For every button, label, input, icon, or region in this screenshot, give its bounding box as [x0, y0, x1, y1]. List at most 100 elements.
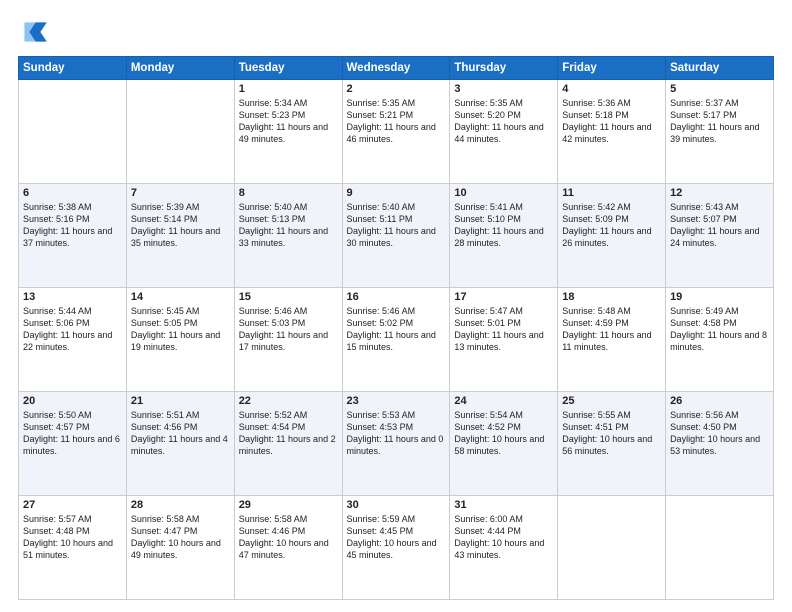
day-info: Sunrise: 5:47 AM Sunset: 5:01 PM Dayligh…: [454, 305, 553, 354]
day-number: 24: [454, 395, 553, 407]
day-info: Sunrise: 5:40 AM Sunset: 5:13 PM Dayligh…: [239, 201, 338, 250]
calendar-cell: 3 Sunrise: 5:35 AM Sunset: 5:20 PM Daylig…: [450, 80, 558, 184]
week-row-1: 1 Sunrise: 5:34 AM Sunset: 5:23 PM Daylig…: [19, 80, 774, 184]
day-number: 15: [239, 291, 338, 303]
col-header-saturday: Saturday: [666, 57, 774, 80]
day-number: 3: [454, 83, 553, 95]
day-number: 28: [131, 499, 230, 511]
logo: [18, 16, 54, 48]
day-number: 19: [670, 291, 769, 303]
day-number: 6: [23, 187, 122, 199]
calendar-cell: 4 Sunrise: 5:36 AM Sunset: 5:18 PM Daylig…: [558, 80, 666, 184]
day-info: Sunrise: 5:53 AM Sunset: 4:53 PM Dayligh…: [347, 409, 446, 458]
calendar-cell: 16 Sunrise: 5:46 AM Sunset: 5:02 PM Dayli…: [342, 288, 450, 392]
col-header-thursday: Thursday: [450, 57, 558, 80]
day-number: 27: [23, 499, 122, 511]
day-info: Sunrise: 5:39 AM Sunset: 5:14 PM Dayligh…: [131, 201, 230, 250]
day-info: Sunrise: 5:52 AM Sunset: 4:54 PM Dayligh…: [239, 409, 338, 458]
calendar-cell: 14Sunrise: 5:45 AM Sunset: 5:05 PM Dayli…: [126, 288, 234, 392]
day-number: 16: [347, 291, 446, 303]
day-info: Sunrise: 5:55 AM Sunset: 4:51 PM Dayligh…: [562, 409, 661, 458]
day-number: 23: [347, 395, 446, 407]
week-row-4: 20 Sunrise: 5:50 AM Sunset: 4:57 PM Dayli…: [19, 392, 774, 496]
calendar-cell: 1 Sunrise: 5:34 AM Sunset: 5:23 PM Daylig…: [234, 80, 342, 184]
day-number: 13: [23, 291, 122, 303]
day-info: Sunrise: 5:38 AM Sunset: 5:16 PM Dayligh…: [23, 201, 122, 250]
day-info: Sunrise: 5:46 AM Sunset: 5:02 PM Dayligh…: [347, 305, 446, 354]
day-info: Sunrise: 5:54 AM Sunset: 4:52 PM Dayligh…: [454, 409, 553, 458]
day-number: 7: [131, 187, 230, 199]
calendar-cell: 28 Sunrise: 5:58 AM Sunset: 4:47 PM Dayli…: [126, 496, 234, 600]
calendar-cell: [126, 80, 234, 184]
calendar-cell: 30 Sunrise: 5:59 AM Sunset: 4:45 PM Dayli…: [342, 496, 450, 600]
day-number: 18: [562, 291, 661, 303]
day-number: 5: [670, 83, 769, 95]
day-number: 8: [239, 187, 338, 199]
calendar-cell: 17 Sunrise: 5:47 AM Sunset: 5:01 PM Dayli…: [450, 288, 558, 392]
calendar-cell: 20 Sunrise: 5:50 AM Sunset: 4:57 PM Dayli…: [19, 392, 127, 496]
day-info: Sunrise: 5:50 AM Sunset: 4:57 PM Dayligh…: [23, 409, 122, 458]
day-info: Sunrise: 5:45 AM Sunset: 5:05 PM Dayligh…: [131, 305, 230, 354]
calendar-table: SundayMondayTuesdayWednesdayThursdayFrid…: [18, 56, 774, 600]
week-row-3: 13 Sunrise: 5:44 AM Sunset: 5:06 PM Dayli…: [19, 288, 774, 392]
day-number: 9: [347, 187, 446, 199]
calendar-cell: 5 Sunrise: 5:37 AM Sunset: 5:17 PM Daylig…: [666, 80, 774, 184]
week-row-5: 27 Sunrise: 5:57 AM Sunset: 4:48 PM Dayli…: [19, 496, 774, 600]
day-info: Sunrise: 5:36 AM Sunset: 5:18 PM Dayligh…: [562, 97, 661, 146]
calendar-cell: 25Sunrise: 5:55 AM Sunset: 4:51 PM Dayli…: [558, 392, 666, 496]
day-info: Sunrise: 6:00 AM Sunset: 4:44 PM Dayligh…: [454, 513, 553, 562]
calendar-cell: 15Sunrise: 5:46 AM Sunset: 5:03 PM Dayli…: [234, 288, 342, 392]
day-info: Sunrise: 5:49 AM Sunset: 4:58 PM Dayligh…: [670, 305, 769, 354]
day-number: 20: [23, 395, 122, 407]
page: SundayMondayTuesdayWednesdayThursdayFrid…: [0, 0, 792, 612]
day-info: Sunrise: 5:34 AM Sunset: 5:23 PM Dayligh…: [239, 97, 338, 146]
day-info: Sunrise: 5:43 AM Sunset: 5:07 PM Dayligh…: [670, 201, 769, 250]
calendar-cell: 11Sunrise: 5:42 AM Sunset: 5:09 PM Dayli…: [558, 184, 666, 288]
calendar-cell: 7 Sunrise: 5:39 AM Sunset: 5:14 PM Daylig…: [126, 184, 234, 288]
calendar-cell: 9 Sunrise: 5:40 AM Sunset: 5:11 PM Daylig…: [342, 184, 450, 288]
calendar-cell: 24 Sunrise: 5:54 AM Sunset: 4:52 PM Dayli…: [450, 392, 558, 496]
col-header-friday: Friday: [558, 57, 666, 80]
day-info: Sunrise: 5:35 AM Sunset: 5:21 PM Dayligh…: [347, 97, 446, 146]
day-number: 1: [239, 83, 338, 95]
day-number: 29: [239, 499, 338, 511]
day-info: Sunrise: 5:40 AM Sunset: 5:11 PM Dayligh…: [347, 201, 446, 250]
day-number: 21: [131, 395, 230, 407]
day-info: Sunrise: 5:44 AM Sunset: 5:06 PM Dayligh…: [23, 305, 122, 354]
calendar-cell: 21 Sunrise: 5:51 AM Sunset: 4:56 PM Dayli…: [126, 392, 234, 496]
day-info: Sunrise: 5:35 AM Sunset: 5:20 PM Dayligh…: [454, 97, 553, 146]
day-info: Sunrise: 5:58 AM Sunset: 4:46 PM Dayligh…: [239, 513, 338, 562]
calendar-cell: 10 Sunrise: 5:41 AM Sunset: 5:10 PM Dayli…: [450, 184, 558, 288]
calendar-cell: 22 Sunrise: 5:52 AM Sunset: 4:54 PM Dayli…: [234, 392, 342, 496]
day-number: 30: [347, 499, 446, 511]
header-row: SundayMondayTuesdayWednesdayThursdayFrid…: [19, 57, 774, 80]
day-info: Sunrise: 5:51 AM Sunset: 4:56 PM Dayligh…: [131, 409, 230, 458]
day-number: 17: [454, 291, 553, 303]
day-number: 11: [562, 187, 661, 199]
day-number: 12: [670, 187, 769, 199]
calendar-cell: 19 Sunrise: 5:49 AM Sunset: 4:58 PM Dayli…: [666, 288, 774, 392]
day-info: Sunrise: 5:37 AM Sunset: 5:17 PM Dayligh…: [670, 97, 769, 146]
week-row-2: 6 Sunrise: 5:38 AM Sunset: 5:16 PM Daylig…: [19, 184, 774, 288]
calendar-cell: [666, 496, 774, 600]
col-header-monday: Monday: [126, 57, 234, 80]
col-header-sunday: Sunday: [19, 57, 127, 80]
header: [18, 16, 774, 48]
day-number: 31: [454, 499, 553, 511]
calendar-cell: 29 Sunrise: 5:58 AM Sunset: 4:46 PM Dayli…: [234, 496, 342, 600]
calendar-cell: [19, 80, 127, 184]
calendar-cell: 27 Sunrise: 5:57 AM Sunset: 4:48 PM Dayli…: [19, 496, 127, 600]
calendar-cell: 12 Sunrise: 5:43 AM Sunset: 5:07 PM Dayli…: [666, 184, 774, 288]
day-info: Sunrise: 5:56 AM Sunset: 4:50 PM Dayligh…: [670, 409, 769, 458]
day-info: Sunrise: 5:58 AM Sunset: 4:47 PM Dayligh…: [131, 513, 230, 562]
calendar-cell: [558, 496, 666, 600]
day-info: Sunrise: 5:59 AM Sunset: 4:45 PM Dayligh…: [347, 513, 446, 562]
day-info: Sunrise: 5:41 AM Sunset: 5:10 PM Dayligh…: [454, 201, 553, 250]
day-number: 22: [239, 395, 338, 407]
calendar-cell: 18Sunrise: 5:48 AM Sunset: 4:59 PM Dayli…: [558, 288, 666, 392]
day-number: 4: [562, 83, 661, 95]
day-info: Sunrise: 5:57 AM Sunset: 4:48 PM Dayligh…: [23, 513, 122, 562]
calendar-cell: 23 Sunrise: 5:53 AM Sunset: 4:53 PM Dayli…: [342, 392, 450, 496]
day-number: 10: [454, 187, 553, 199]
logo-icon: [18, 16, 50, 48]
